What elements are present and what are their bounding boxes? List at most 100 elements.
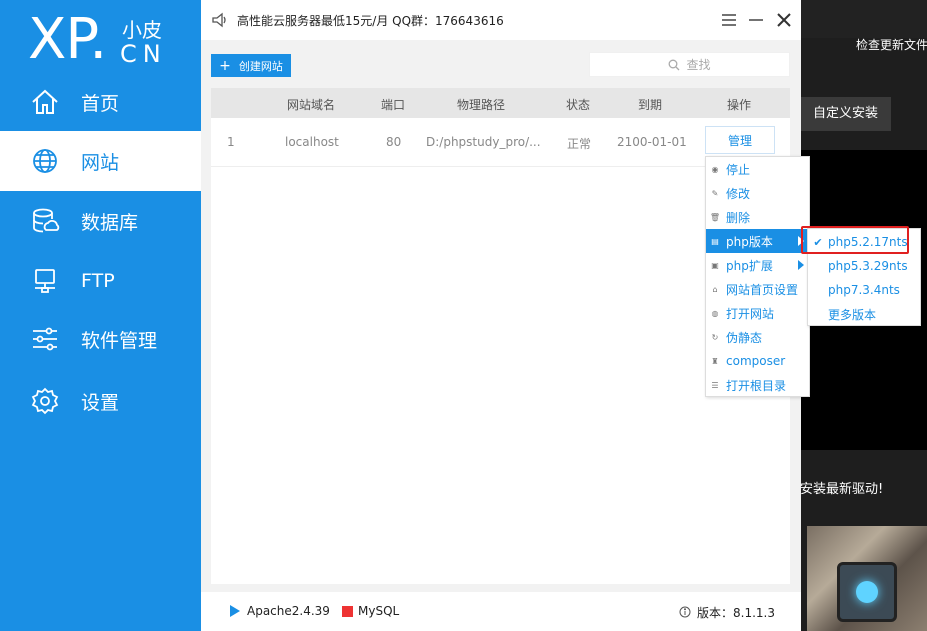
create-website-button[interactable]: + 创建网站 [211, 54, 291, 77]
php-version-item-5-2-17[interactable]: ✔ php5.2.17nts [808, 230, 920, 254]
row-expiry: 2100-01-01 [617, 135, 687, 149]
menu-item-label: 打开网站 [726, 306, 775, 321]
menu-item-homepage-settings[interactable]: ⌂ 网站首页设置 [706, 277, 809, 301]
menu-item-label: composer [726, 354, 786, 368]
list-icon: ☰ [711, 380, 719, 390]
logo-cn-bottom-text: CN [120, 40, 167, 68]
minimize-icon[interactable] [747, 11, 765, 29]
php-version-item-more[interactable]: 更多版本 [808, 302, 920, 326]
sidebar-item-label: 首页 [81, 92, 120, 115]
composer-icon: ♜ [711, 356, 719, 366]
sidebar-item-label: 数据库 [81, 211, 139, 234]
logo: XP. 小皮 CN [28, 4, 198, 74]
database-icon [29, 205, 61, 237]
logo-xp-text: XP. [28, 7, 107, 72]
file-icon: ▤ [711, 236, 719, 246]
menu-item-label: 删除 [726, 210, 751, 225]
phpstudy-window: XP. 小皮 CN 首页 网站 数据库 FTP 软件管理 设置 高性能云服务器最… [0, 0, 801, 631]
php-version-submenu: ✔ php5.2.17nts php5.3.29nts php7.3.4nts … [807, 228, 921, 326]
menu-item-php-version[interactable]: ▤ php版本 [706, 229, 809, 253]
menu-item-label: 打开根目录 [726, 378, 787, 393]
row-path: D:/phpstudy_pro/... [426, 135, 541, 149]
menu-item-php-extension[interactable]: ▣ php扩展 [706, 253, 809, 277]
php-version-item-5-3-29[interactable]: php5.3.29nts [808, 254, 920, 278]
sidebar-item-label: 软件管理 [81, 329, 158, 352]
column-header-action: 操作 [727, 98, 752, 112]
sidebar-item-ftp[interactable]: FTP [0, 251, 201, 311]
website-table: 网站域名 端口 物理路径 状态 到期 操作 1 localhost 80 D:/… [211, 88, 790, 584]
search-input[interactable]: 查找 [589, 52, 790, 77]
apache-status[interactable]: Apache2.4.39 [247, 604, 330, 618]
menu-item-open-website[interactable]: ◍ 打开网站 [706, 301, 809, 325]
column-header-port: 端口 [381, 98, 406, 112]
menu-icon[interactable] [720, 11, 738, 29]
submenu-arrow-icon [798, 260, 804, 270]
search-icon [669, 59, 680, 70]
menu-item-edit[interactable]: ✎ 修改 [706, 181, 809, 205]
refresh-icon: ↻ [711, 332, 719, 342]
play-icon[interactable] [230, 605, 240, 617]
menu-item-label: php扩展 [726, 258, 773, 273]
portal-cube-icon [837, 562, 897, 622]
info-icon [679, 606, 691, 618]
sidebar-item-settings[interactable]: 设置 [0, 371, 201, 431]
row-status: 正常 [567, 137, 592, 151]
version-text: 版本：8.1.1.3 [697, 606, 775, 620]
row-index: 1 [227, 135, 235, 149]
sidebar-item-database[interactable]: 数据库 [0, 191, 201, 251]
submenu-arrow-icon [798, 236, 804, 246]
edit-icon: ✎ [711, 188, 719, 198]
stop-icon: ◉ [711, 164, 719, 174]
menu-item-label: 伪静态 [726, 330, 763, 345]
menu-item-open-root[interactable]: ☰ 打开根目录 [706, 373, 809, 397]
menu-item-delete[interactable]: 🗑 删除 [706, 205, 809, 229]
home-icon [29, 86, 61, 118]
menu-item-composer[interactable]: ♜ composer [706, 349, 809, 373]
background-custom-install-button[interactable]: 自定义安装 [800, 97, 891, 131]
globe-small-icon: ◍ [711, 308, 719, 318]
close-icon[interactable] [774, 10, 794, 30]
speaker-icon [212, 12, 226, 28]
sidebar-item-software[interactable]: 软件管理 [0, 309, 201, 369]
sidebar-item-label: 设置 [81, 391, 120, 414]
search-placeholder: 查找 [686, 58, 711, 72]
manage-button[interactable]: 管理 [705, 126, 775, 154]
title-bar: 高性能云服务器最低15元/月 QQ群：176643616 [201, 0, 801, 40]
menu-item-rewrite[interactable]: ↻ 伪静态 [706, 325, 809, 349]
background-driver-text: 安装最新驱动! [800, 482, 884, 497]
php-version-label: 更多版本 [828, 307, 877, 322]
menu-item-label: 停止 [726, 162, 751, 177]
sidebar-item-website[interactable]: 网站 [0, 131, 201, 191]
checkmark-icon: ✔ [813, 235, 823, 249]
menu-item-label: php版本 [726, 234, 773, 249]
table-row[interactable]: 1 localhost 80 D:/phpstudy_pro/... 正常 21… [211, 118, 790, 167]
column-header-domain: 网站域名 [287, 98, 336, 112]
sidebar-item-label: FTP [81, 270, 115, 292]
column-header-expiry: 到期 [638, 98, 663, 112]
php-version-label: php5.2.17nts [828, 235, 908, 249]
row-port: 80 [386, 135, 402, 149]
ad-text[interactable]: 高性能云服务器最低15元/月 QQ群：176643616 [237, 12, 504, 29]
gear-icon [29, 385, 61, 417]
sidebar-item-label: 网站 [81, 151, 120, 174]
sliders-icon [29, 323, 61, 355]
sidebar: XP. 小皮 CN 首页 网站 数据库 FTP 软件管理 设置 [0, 0, 201, 631]
stop-square-icon[interactable] [342, 606, 353, 617]
column-header-status: 状态 [566, 98, 591, 112]
row-domain: localhost [285, 135, 339, 149]
php-version-item-7-3-4[interactable]: php7.3.4nts [808, 278, 920, 302]
menu-item-stop[interactable]: ◉ 停止 [706, 157, 809, 181]
logo-cn-top-text: 小皮 [122, 18, 162, 42]
home-small-icon: ⌂ [712, 284, 718, 294]
column-header-path: 物理路径 [457, 98, 506, 112]
menu-item-label: 网站首页设置 [726, 282, 799, 297]
delete-icon: 🗑 [709, 212, 721, 222]
extension-icon: ▣ [711, 260, 719, 270]
table-header: 网站域名 端口 物理路径 状态 到期 操作 [211, 88, 790, 118]
sidebar-item-home[interactable]: 首页 [0, 72, 201, 132]
context-menu: ◉ 停止 ✎ 修改 🗑 删除 ▤ php版本 ▣ php扩展 ⌂ 网站首页设置 … [705, 156, 810, 397]
globe-icon [29, 145, 61, 177]
background-check-update-text: 检查更新文件 [856, 38, 927, 52]
status-bar: Apache2.4.39 MySQL 版本：8.1.1.3 [201, 592, 801, 631]
mysql-status[interactable]: MySQL [358, 604, 399, 618]
